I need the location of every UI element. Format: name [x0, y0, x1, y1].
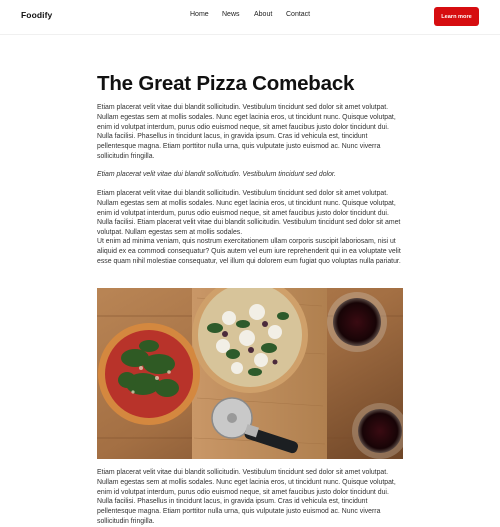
nav-about[interactable]: About — [254, 11, 272, 18]
nav-news[interactable]: News — [222, 11, 240, 18]
article-paragraph: Ut enim ad minima veniam, quis nostrum e… — [97, 238, 401, 265]
nav-home[interactable]: Home — [190, 11, 209, 18]
pizza-hero-image — [97, 288, 403, 459]
article-paragraph: Etiam placerat velit vitae dui blandit s… — [97, 104, 396, 160]
article: The Great Pizza Comeback Etiam placerat … — [97, 70, 407, 525]
article-quote: Etiam placerat velit vitae dui blandit s… — [97, 171, 336, 178]
article-paragraph: Etiam placerat velit vitae dui blandit s… — [97, 190, 401, 237]
nav-contact[interactable]: Contact — [286, 11, 310, 18]
site-header: Foodify Home News About Contact Learn mo… — [0, 0, 500, 35]
article-title: The Great Pizza Comeback — [97, 72, 355, 95]
main-nav: Home News About Contact — [0, 11, 500, 23]
learn-more-button[interactable]: Learn more — [434, 7, 479, 26]
article-paragraph: Etiam placerat velit vitae dui blandit s… — [97, 469, 396, 525]
